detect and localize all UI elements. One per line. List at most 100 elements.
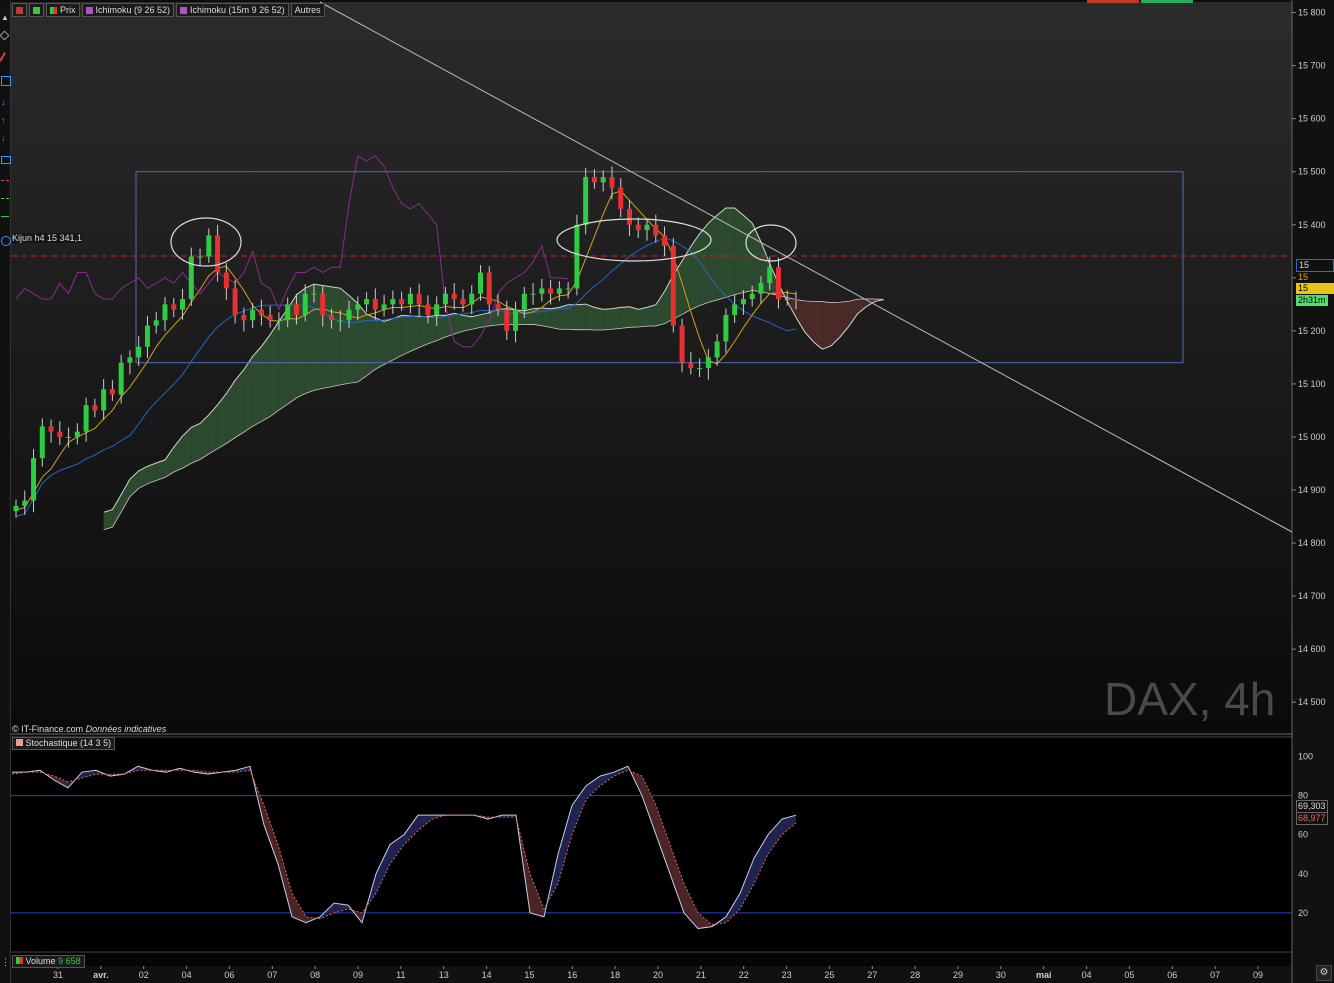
rectangle-icon[interactable] bbox=[1, 76, 11, 86]
candle-body bbox=[92, 405, 98, 411]
buy-button[interactable] bbox=[1141, 0, 1193, 3]
volume-legend[interactable]: Volume 9 658 bbox=[12, 955, 85, 968]
volume-panel-bg bbox=[11, 952, 1292, 966]
chart-root: 15 80015 70015 60015 50015 40015 30015 2… bbox=[0, 0, 1334, 983]
candle-body bbox=[513, 309, 519, 331]
more-icon[interactable]: ⋮ bbox=[1, 958, 10, 967]
time-tick-label: 08 bbox=[310, 970, 320, 980]
kumo-cloud-segment bbox=[708, 215, 718, 303]
price-tick-label: 15 600 bbox=[1298, 114, 1326, 124]
time-tick-label: avr. bbox=[93, 970, 109, 980]
price-tick-label: 15 200 bbox=[1298, 326, 1326, 336]
price-panel-bg bbox=[11, 2, 1292, 734]
time-tick-label: 23 bbox=[782, 970, 792, 980]
time-tick-label: 15 bbox=[524, 970, 534, 980]
price-tick-label: 15 800 bbox=[1298, 8, 1326, 18]
legend-ichimoku-h4[interactable]: Ichimoku (9 26 52) bbox=[81, 3, 175, 17]
kijun-h4-label: Kijun h4 15 341,1 bbox=[12, 233, 83, 243]
symbol-watermark: DAX, 4h bbox=[1104, 673, 1276, 725]
sell-button[interactable] bbox=[1087, 0, 1139, 3]
candle-body bbox=[302, 293, 308, 315]
kumo-cloud-segment bbox=[331, 286, 341, 387]
candle-body bbox=[337, 320, 343, 322]
candle-body bbox=[723, 314, 729, 342]
legend-ichimoku-15m-label: Ichimoku (15m 9 26 52) bbox=[190, 5, 285, 15]
candle-body bbox=[39, 426, 45, 459]
price-tick-label: 15 000 bbox=[1298, 432, 1326, 442]
time-tick-label: 02 bbox=[139, 970, 149, 980]
candle-body bbox=[767, 267, 773, 284]
line-icon[interactable] bbox=[1, 216, 9, 225]
kumo-cloud-segment bbox=[375, 318, 385, 370]
ellipse-icon[interactable] bbox=[1, 236, 11, 246]
add-indicator-icon bbox=[33, 6, 40, 14]
time-tick-label: 18 bbox=[610, 970, 620, 980]
stoch-tick-label: 60 bbox=[1298, 830, 1308, 840]
cursor-icon[interactable]: ▲ bbox=[1, 14, 9, 22]
kumo-cloud-segment bbox=[462, 315, 472, 332]
candle-body bbox=[442, 293, 448, 305]
settings-icon[interactable]: ⚙ bbox=[1316, 965, 1332, 981]
candle-body bbox=[521, 293, 527, 310]
time-tick-label: 28 bbox=[910, 970, 920, 980]
candle-body bbox=[477, 272, 483, 294]
candle-body bbox=[609, 177, 615, 188]
candle-body bbox=[232, 288, 238, 315]
kumo-cloud-segment bbox=[734, 207, 744, 295]
legend-autres[interactable]: Autres bbox=[290, 3, 325, 17]
volume-value: 9 658 bbox=[58, 956, 81, 966]
kumo-cloud-segment bbox=[603, 308, 612, 330]
legend-settings[interactable] bbox=[12, 3, 27, 17]
kumo-cloud-segment bbox=[445, 313, 455, 338]
kumo-cloud-segment bbox=[436, 315, 446, 341]
legend-ichimoku-15m[interactable]: Ichimoku (15m 9 26 52) bbox=[176, 3, 289, 17]
kumo-cloud-segment bbox=[568, 304, 577, 330]
legend-add[interactable] bbox=[29, 3, 44, 17]
kumo-cloud-segment bbox=[401, 315, 411, 356]
eraser-icon[interactable] bbox=[0, 30, 10, 41]
candles-icon bbox=[50, 6, 57, 14]
candle-body bbox=[530, 293, 536, 295]
time-tick-label: 21 bbox=[696, 970, 706, 980]
candle-body bbox=[784, 299, 790, 301]
arrow-up-icon[interactable]: ↑ bbox=[1, 116, 9, 125]
time-tick-label: 11 bbox=[396, 970, 405, 980]
candle-body bbox=[171, 304, 177, 310]
kumo-cloud-segment bbox=[392, 315, 402, 361]
horizontal-line-green-icon[interactable] bbox=[1, 198, 9, 207]
source-note: Données indicatives bbox=[85, 724, 167, 734]
candle-body bbox=[276, 320, 282, 322]
arrow-down-icon[interactable]: ↓ bbox=[1, 98, 9, 107]
channel-icon[interactable] bbox=[1, 156, 11, 164]
candle-body bbox=[74, 431, 80, 437]
candle-body bbox=[258, 309, 264, 315]
candle-body bbox=[679, 325, 685, 363]
candle-body bbox=[600, 177, 606, 183]
candle-body bbox=[583, 177, 589, 225]
time-tick-label: 04 bbox=[182, 970, 192, 980]
candle-body bbox=[407, 293, 413, 305]
candle-body bbox=[688, 362, 694, 368]
horizontal-line-icon[interactable] bbox=[1, 180, 9, 189]
candle-body bbox=[197, 256, 203, 258]
price-tick-label: 14 600 bbox=[1298, 644, 1326, 654]
candle-body bbox=[644, 224, 650, 231]
candle-body bbox=[618, 187, 624, 209]
time-tick-label: 07 bbox=[267, 970, 277, 980]
candle-body bbox=[153, 320, 159, 326]
candle-body bbox=[714, 341, 720, 358]
stochastic-icon bbox=[16, 739, 23, 746]
pencil-icon[interactable] bbox=[0, 52, 13, 66]
candle-body bbox=[399, 299, 405, 305]
time-tick-label: 14 bbox=[482, 970, 492, 980]
candle-body bbox=[250, 309, 256, 321]
arrow-down-red-icon[interactable]: ↓ bbox=[1, 134, 9, 143]
legend-prix[interactable]: Prix bbox=[46, 3, 80, 17]
stochastic-legend[interactable]: Stochastique (14 3 5) bbox=[12, 737, 116, 750]
candle-body bbox=[495, 304, 501, 310]
candle-body bbox=[329, 314, 335, 321]
price-tick-label: 14 800 bbox=[1298, 538, 1326, 548]
candle-body bbox=[285, 304, 291, 321]
kumo-cloud-segment bbox=[235, 369, 244, 438]
candle-body bbox=[390, 299, 396, 305]
